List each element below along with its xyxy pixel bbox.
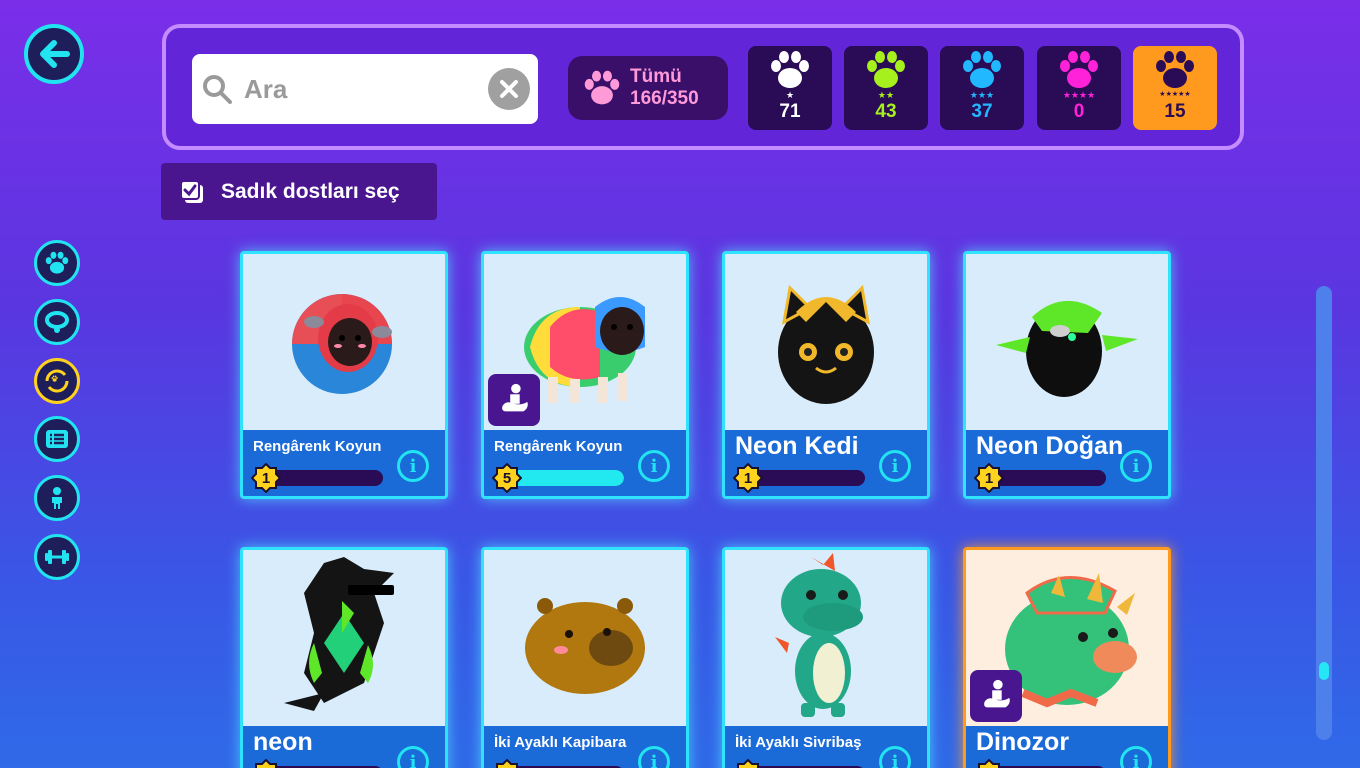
pet-card[interactable]: Rengârenk Koyun 1 i	[240, 251, 448, 499]
pet-card[interactable]: Neon Doğan 1 i	[963, 251, 1171, 499]
all-pets-filter[interactable]: Tümü 166/350	[568, 56, 728, 120]
pet-level-badge: 1	[251, 463, 281, 493]
pet-name: Dinozor	[976, 728, 1070, 756]
select-loyal-pets-button[interactable]: Sadık dostları seç	[161, 163, 437, 220]
pet-name: Rengârenk Koyun	[253, 438, 382, 455]
paw-icon	[44, 250, 70, 276]
pet-level-badge: 1	[492, 759, 522, 768]
back-button[interactable]	[24, 24, 84, 84]
info-icon[interactable]: i	[1120, 450, 1152, 482]
person-icon	[52, 487, 62, 509]
pet-name: Neon Kedi	[735, 432, 859, 460]
paw-icon	[960, 50, 1004, 90]
scrollbar[interactable]	[1316, 286, 1332, 740]
rarity-filter-1[interactable]: ★ 71	[748, 46, 832, 130]
paw-icon	[768, 50, 812, 90]
pet-card[interactable]: İki Ayaklı Kapibara 1 i	[481, 547, 689, 768]
pet-card[interactable]: neon 1 i	[240, 547, 448, 768]
ride-icon	[488, 374, 540, 426]
pet-xp-bar	[992, 470, 1106, 486]
checkbox-icon	[180, 179, 203, 203]
pet-image	[725, 254, 927, 430]
paw-icon	[1153, 50, 1197, 90]
pet-level-badge: 5	[492, 463, 522, 493]
paw-cycle-icon	[45, 369, 69, 393]
pet-name: İki Ayaklı Kapibara	[494, 734, 627, 751]
pet-image	[243, 550, 445, 726]
search-icon	[203, 75, 232, 104]
search-placeholder: Ara	[244, 73, 288, 104]
scrollbar-thumb[interactable]	[1319, 662, 1329, 680]
filter-bar: Ara Tümü 166/350 ★ 71 ★★ 43 ★★★ 37 ★★★★ …	[162, 24, 1244, 150]
rarity-count: 43	[875, 101, 897, 122]
list-icon	[46, 430, 68, 448]
rarity-count: 71	[779, 101, 801, 122]
sidebar-item-collar[interactable]	[34, 299, 80, 345]
clear-search-button[interactable]	[488, 68, 530, 110]
pet-name: Rengârenk Koyun	[494, 438, 623, 455]
rarity-filter-5[interactable]: ★★★★★ 15	[1133, 46, 1217, 130]
pet-card[interactable]: Rengârenk Koyun 5 i	[481, 251, 689, 499]
ride-icon	[970, 670, 1022, 722]
close-icon	[500, 80, 518, 98]
pet-card[interactable]: İki Ayaklı Sivribaş 1 i	[722, 547, 930, 768]
info-icon[interactable]: i	[397, 450, 429, 482]
pet-level-badge: 1	[733, 759, 763, 768]
sidebar-item-pet-collection[interactable]	[34, 358, 80, 404]
select-loyal-pets-label: Sadık dostları seç	[221, 179, 400, 203]
pet-card[interactable]: Neon Kedi 1 i	[722, 251, 930, 499]
info-icon[interactable]: i	[879, 746, 911, 768]
pet-card-selected[interactable]: Dinozor 1 i	[963, 547, 1171, 768]
sidebar-item-character[interactable]	[34, 475, 80, 521]
pet-image	[484, 550, 686, 726]
pet-name: neon	[253, 728, 313, 756]
collar-icon	[45, 311, 69, 333]
arrow-left-icon	[40, 40, 70, 68]
paw-icon	[1057, 50, 1101, 90]
sidebar-item-list[interactable]	[34, 416, 80, 462]
sidebar-item-training[interactable]	[34, 534, 80, 580]
rarity-filter-2[interactable]: ★★ 43	[844, 46, 928, 130]
pet-image	[243, 254, 445, 430]
paw-icon	[864, 50, 908, 90]
pet-image	[725, 550, 927, 726]
pet-level-badge: 1	[251, 759, 281, 768]
pet-level-badge: 1	[733, 463, 763, 493]
all-pets-label: Tümü	[630, 66, 682, 87]
info-icon[interactable]: i	[397, 746, 429, 768]
pet-xp-bar	[269, 470, 383, 486]
rarity-count: 37	[971, 101, 993, 122]
pet-level-badge: 1	[974, 759, 1004, 768]
pet-xp-bar	[751, 470, 865, 486]
info-icon[interactable]: i	[1120, 746, 1152, 768]
rarity-count: 0	[1073, 101, 1085, 122]
info-icon[interactable]: i	[879, 450, 911, 482]
paw-icon	[582, 68, 622, 108]
pet-xp-bar	[510, 470, 624, 486]
info-icon[interactable]: i	[638, 450, 670, 482]
all-pets-count: 166/350	[630, 88, 699, 109]
search-input[interactable]: Ara	[192, 54, 538, 124]
pet-image	[966, 254, 1168, 430]
pet-name: Neon Doğan	[976, 432, 1124, 460]
info-icon[interactable]: i	[638, 746, 670, 768]
rarity-count: 15	[1164, 101, 1186, 122]
sidebar-item-pets[interactable]	[34, 240, 80, 286]
rarity-filter-3[interactable]: ★★★ 37	[940, 46, 1024, 130]
rarity-filter-4[interactable]: ★★★★ 0	[1037, 46, 1121, 130]
dumbbell-icon	[45, 550, 69, 564]
pet-name: İki Ayaklı Sivribaş	[735, 734, 862, 751]
pet-level-badge: 1	[974, 463, 1004, 493]
